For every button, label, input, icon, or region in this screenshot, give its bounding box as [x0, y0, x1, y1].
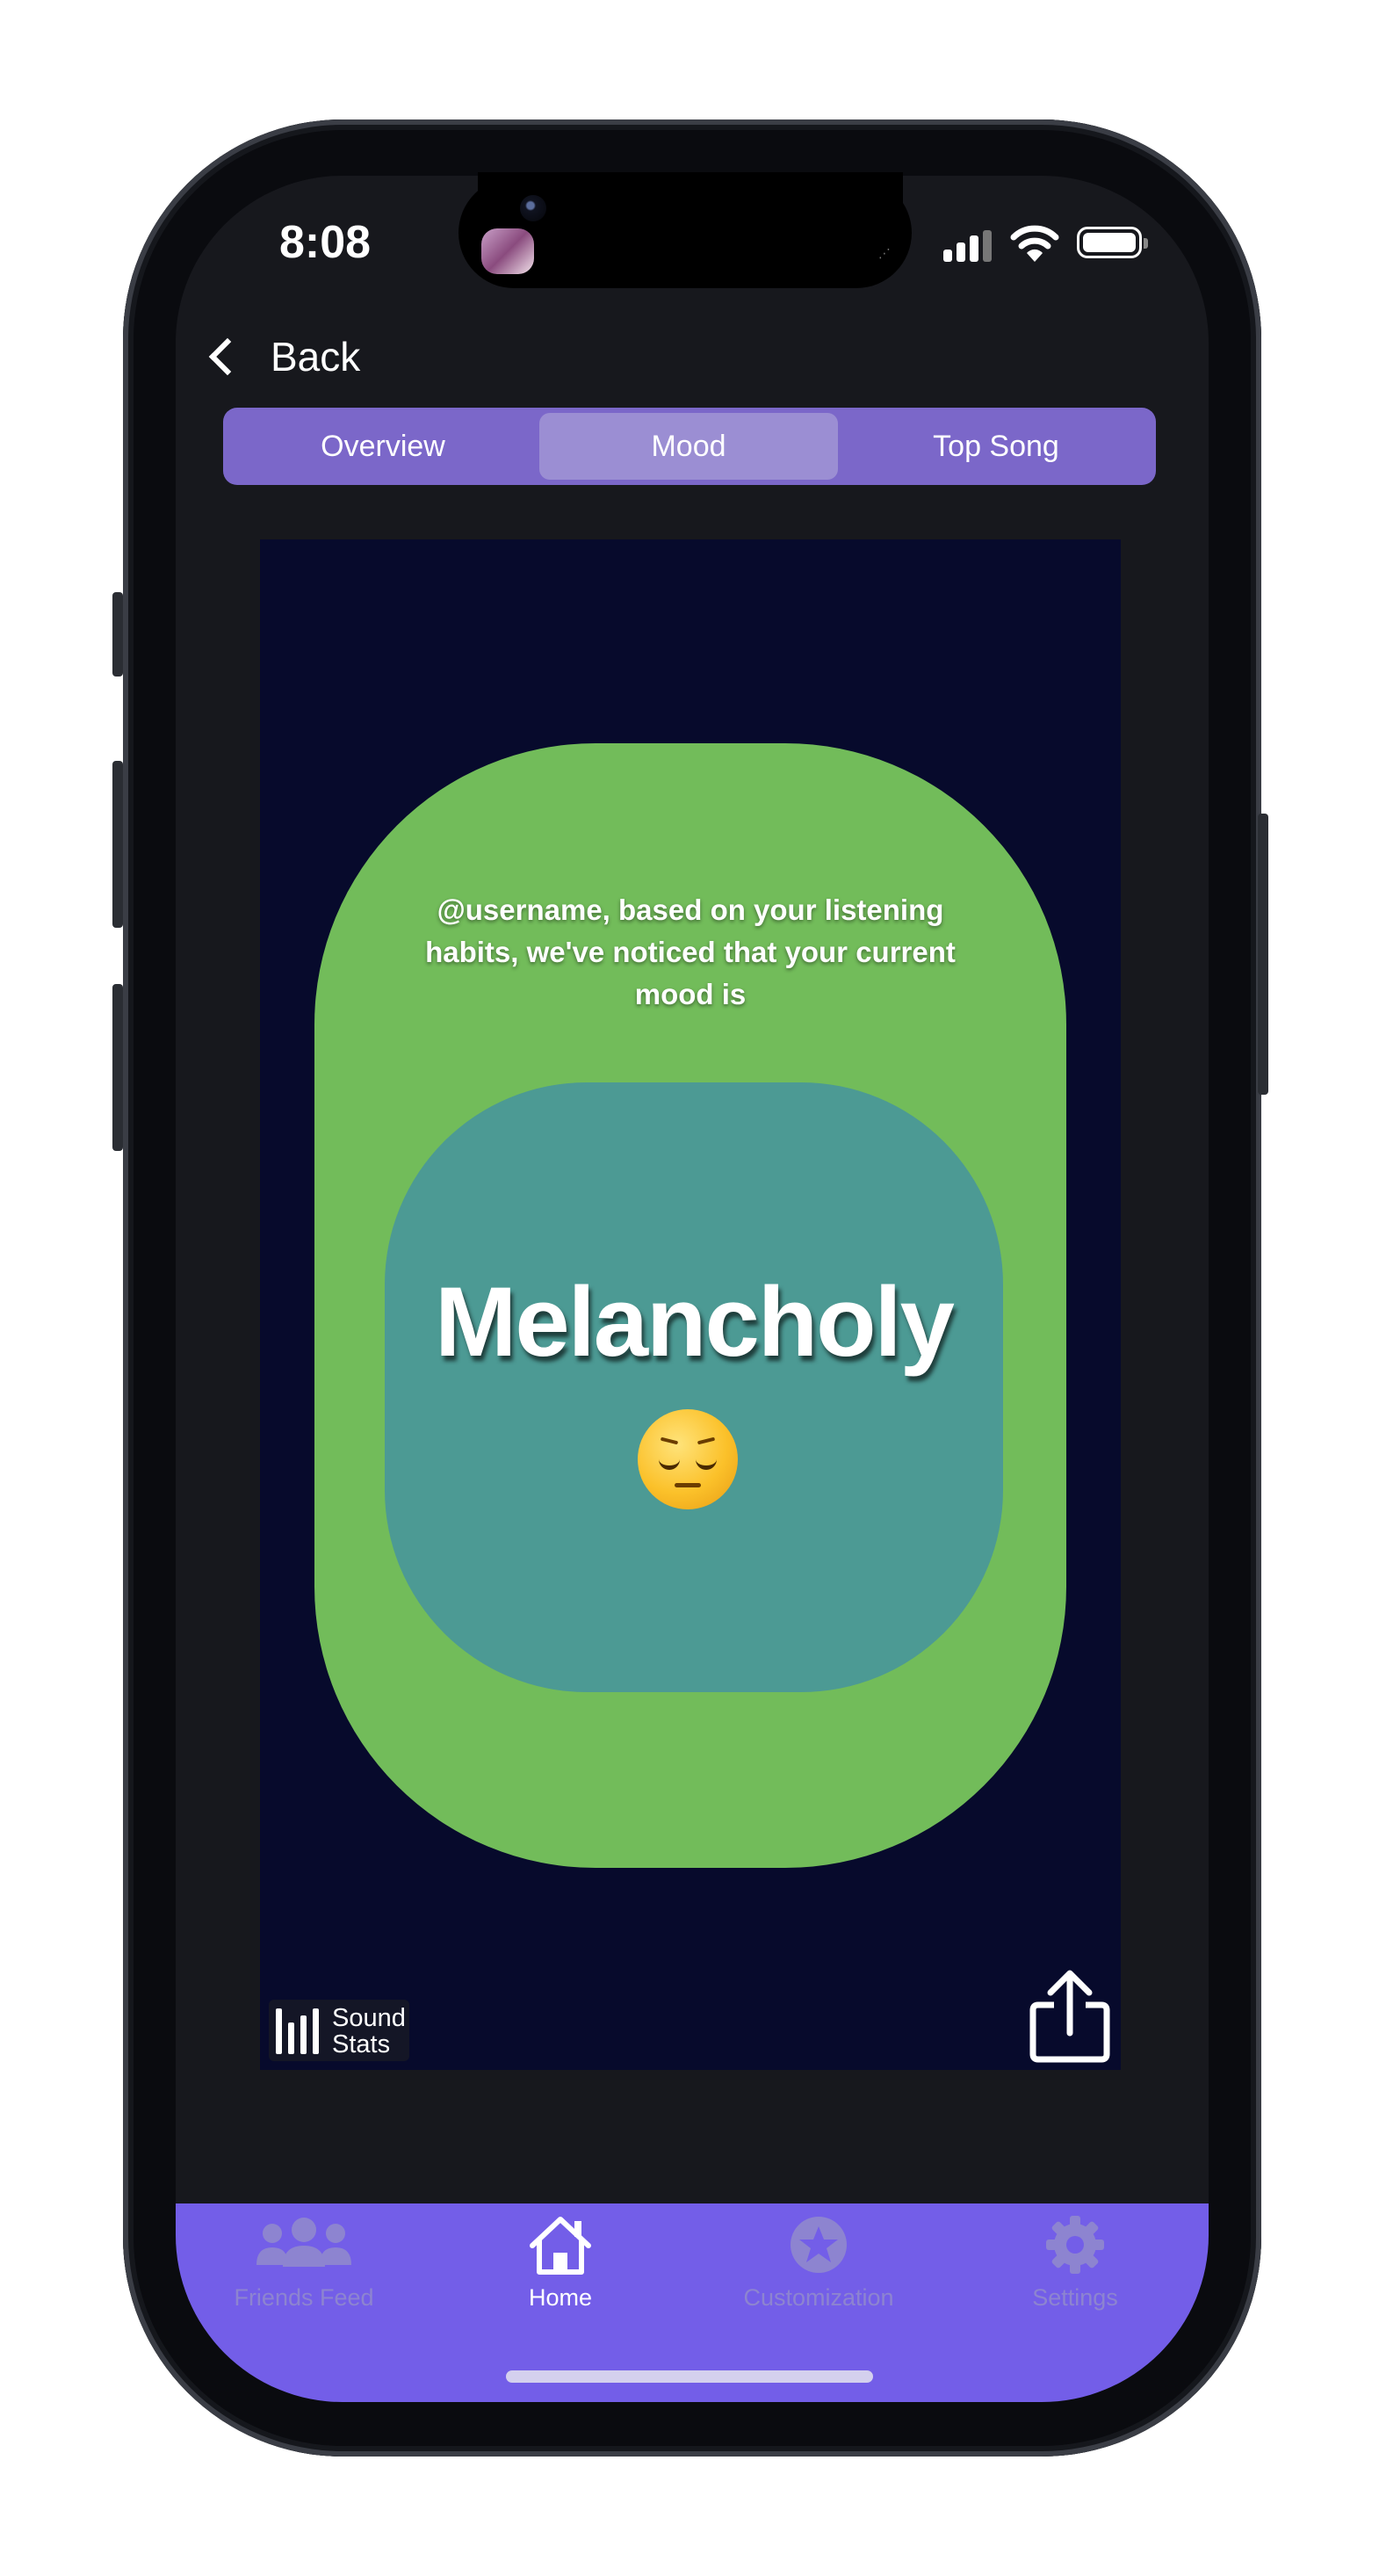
share-icon[interactable]: [1024, 1968, 1115, 2065]
activity-indicator-icon: ⋰: [878, 246, 891, 260]
segmented-control: Overview Mood Top Song: [223, 408, 1156, 485]
home-icon: [530, 2217, 591, 2275]
battery-icon: [1077, 227, 1148, 258]
sound-stats-logo: Sound Stats: [269, 2000, 409, 2061]
mood-intro-text: @username, based on your listening habit…: [425, 894, 956, 1010]
back-label: Back: [271, 334, 361, 380]
friends-icon: [256, 2218, 351, 2267]
home-indicator[interactable]: [506, 2370, 873, 2383]
tab-customization[interactable]: Customization: [713, 2214, 924, 2328]
tab-label: Home: [528, 2284, 593, 2311]
inner-blob: [385, 1082, 1003, 1692]
back-button[interactable]: Back: [204, 329, 360, 385]
tab-label: Settings: [1032, 2284, 1118, 2311]
pensive-face-icon: [638, 1409, 738, 1509]
mood-title: Melancholy: [435, 1267, 955, 1377]
status-time: 8:08: [279, 217, 372, 268]
star-icon: [791, 2217, 847, 2273]
tab-top-song[interactable]: Top Song: [847, 413, 1145, 480]
camera-icon: [520, 195, 546, 221]
mute-switch: [112, 592, 123, 677]
logo-line-2: Stats: [332, 2030, 391, 2059]
gear-icon: [1046, 2216, 1104, 2274]
sound-bars-icon: [274, 2008, 327, 2054]
tab-home[interactable]: Home: [455, 2214, 666, 2328]
tab-overview[interactable]: Overview: [234, 413, 532, 480]
power-button: [1258, 814, 1268, 1095]
volume-up-button: [112, 761, 123, 928]
wifi-icon: [1010, 225, 1059, 262]
logo-line-1: Sound: [332, 2004, 406, 2032]
now-playing-artwork: [481, 228, 534, 274]
volume-down-button: [112, 984, 123, 1151]
chevron-left-icon: [208, 337, 247, 376]
tab-mood[interactable]: Mood: [539, 413, 838, 480]
tab-label: Friends Feed: [234, 2284, 374, 2311]
tab-friends-feed[interactable]: Friends Feed: [199, 2214, 409, 2328]
tab-settings[interactable]: Settings: [970, 2214, 1180, 2328]
cellular-signal-icon: [943, 230, 993, 262]
logo-text: Sound Stats: [332, 2005, 406, 2058]
tab-label: Customization: [743, 2284, 894, 2311]
